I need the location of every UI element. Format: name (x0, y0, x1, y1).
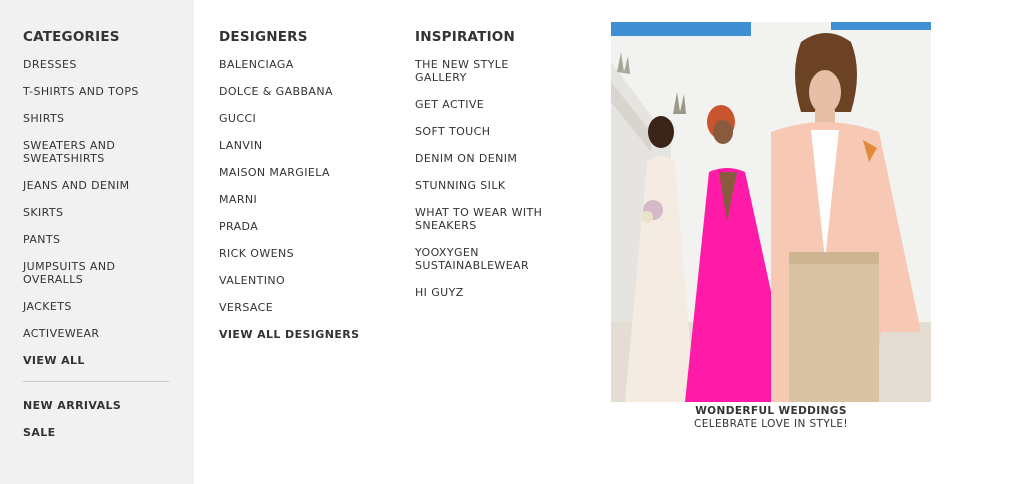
designer-item-prada[interactable]: PRADA (219, 220, 389, 233)
model3-trousers (789, 252, 879, 402)
category-item-jeans[interactable]: JEANS AND DENIM (23, 179, 194, 192)
designer-item-gucci[interactable]: GUCCI (219, 112, 389, 125)
designer-item-marni[interactable]: MARNI (219, 193, 389, 206)
inspiration-item-soft-touch[interactable]: SOFT TOUCH (415, 125, 565, 138)
inspiration-item-hi-guyz[interactable]: HI GUYZ (415, 286, 565, 299)
inspiration-item-stunning-silk[interactable]: STUNNING SILK (415, 179, 565, 192)
category-item-activewear[interactable]: ACTIVEWEAR (23, 327, 194, 340)
inspiration-item-yooxygen[interactable]: YOOXYGEN SUSTAINABLEWEAR (415, 246, 565, 272)
inspiration-heading: INSPIRATION (415, 29, 515, 45)
model1-head (648, 116, 674, 148)
categories-list: DRESSES T-SHIRTS AND TOPS SHIRTS SWEATER… (23, 58, 194, 367)
category-item-pants[interactable]: PANTS (23, 233, 194, 246)
sky-strip (611, 22, 751, 36)
category-item-skirts[interactable]: SKIRTS (23, 206, 194, 219)
category-item-sweaters[interactable]: SWEATERS AND SWEATSHIRTS (23, 139, 194, 165)
category-item-dresses[interactable]: DRESSES (23, 58, 194, 71)
designers-column: DESIGNERS BALENCIAGA DOLCE & GABBANA GUC… (219, 29, 389, 355)
model3-trouser-waist (789, 252, 879, 264)
designer-item-dolce-gabbana[interactable]: DOLCE & GABBANA (219, 85, 389, 98)
promo-title[interactable]: WONDERFUL WEDDINGS (611, 405, 931, 418)
designer-item-valentino[interactable]: VALENTINO (219, 274, 389, 287)
inspiration-item-denim-on-denim[interactable]: DENIM ON DENIM (415, 152, 565, 165)
category-item-tshirts-and-tops[interactable]: T-SHIRTS AND TOPS (23, 85, 194, 98)
designer-item-maison-margiela[interactable]: MAISON MARGIELA (219, 166, 389, 179)
inspiration-item-get-active[interactable]: GET ACTIVE (415, 98, 565, 111)
view-all-designers-link[interactable]: VIEW ALL DESIGNERS (219, 328, 389, 341)
fashion-photo-icon[interactable] (611, 22, 931, 402)
designer-item-rick-owens[interactable]: RICK OWENS (219, 247, 389, 260)
sidebar-divider (23, 381, 169, 382)
designer-item-balenciaga[interactable]: BALENCIAGA (219, 58, 389, 71)
designers-list: BALENCIAGA DOLCE & GABBANA GUCCI LANVIN … (219, 58, 389, 341)
category-item-shirts[interactable]: SHIRTS (23, 112, 194, 125)
inspiration-item-new-style-gallery[interactable]: THE NEW STYLE GALLERY (415, 58, 565, 84)
category-item-jackets[interactable]: JACKETS (23, 300, 194, 313)
bouquet-flower (641, 211, 653, 223)
new-arrivals-link[interactable]: NEW ARRIVALS (23, 399, 194, 412)
inspiration-column: INSPIRATION THE NEW STYLE GALLERY GET AC… (415, 29, 565, 313)
designers-heading: DESIGNERS (219, 29, 308, 45)
inspiration-item-what-to-wear-sneakers[interactable]: WHAT TO WEAR WITH SNEAKERS (415, 206, 565, 232)
promo-banner[interactable]: WONDERFUL WEDDINGS CELEBRATE LOVE IN STY… (611, 22, 931, 431)
inspiration-list: THE NEW STYLE GALLERY GET ACTIVE SOFT TO… (415, 58, 565, 299)
designer-item-versace[interactable]: VERSACE (219, 301, 389, 314)
promo-subtitle: CELEBRATE LOVE IN STYLE! (693, 418, 849, 430)
model2-face (713, 120, 733, 144)
sky-strip-right (831, 22, 931, 30)
categories-heading: CATEGORIES (23, 29, 120, 45)
sale-link[interactable]: SALE (23, 426, 194, 439)
category-item-jumpsuits[interactable]: JUMPSUITS AND OVERALLS (23, 260, 194, 286)
categories-sidebar: CATEGORIES DRESSES T-SHIRTS AND TOPS SHI… (0, 0, 194, 484)
model3-face (809, 70, 841, 114)
extra-links-list: NEW ARRIVALS SALE (23, 399, 194, 439)
categories-view-all-link[interactable]: VIEW ALL (23, 354, 194, 367)
designer-item-lanvin[interactable]: LANVIN (219, 139, 389, 152)
